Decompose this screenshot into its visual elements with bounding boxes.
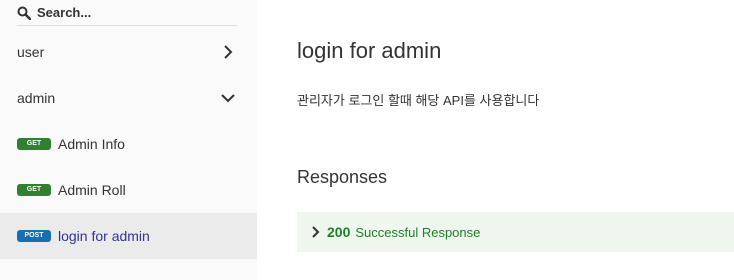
search-bar (17, 0, 237, 26)
sidebar-group-label: user (17, 44, 45, 60)
method-badge-get: GET (17, 138, 51, 150)
response-description: Successful Response (355, 224, 481, 240)
search-input[interactable] (37, 5, 227, 20)
response-200-toggle[interactable]: 200 Successful Response (297, 212, 734, 252)
sidebar-item-label: login for admin (58, 228, 150, 244)
method-badge-get: GET (17, 184, 51, 196)
responses-heading: Responses (297, 167, 388, 187)
sidebar-group-user[interactable]: user (0, 29, 257, 75)
main-content: login for admin 관리자가 로그인 할때 해당 API를 사용합니… (257, 0, 734, 280)
chevron-right-icon (312, 226, 320, 238)
page-title: login for admin (297, 38, 442, 63)
operation-description: 관리자가 로그인 할때 해당 API를 사용합니다 (297, 93, 540, 108)
sidebar: user admin GET Admin Info GET Admin Roll… (0, 0, 257, 280)
sidebar-item-login-for-admin[interactable]: POST login for admin (0, 213, 257, 259)
response-code: 200 (327, 224, 351, 240)
chevron-down-icon (221, 94, 235, 103)
sidebar-item-label: Admin Roll (58, 182, 126, 198)
sidebar-group-admin[interactable]: admin (0, 75, 257, 121)
sidebar-group-label: admin (17, 90, 56, 106)
search-icon (17, 6, 31, 20)
sidebar-item-label: Admin Info (58, 136, 125, 152)
method-badge-post: POST (17, 230, 51, 242)
sidebar-item-admin-roll[interactable]: GET Admin Roll (0, 167, 257, 213)
sidebar-item-admin-info[interactable]: GET Admin Info (0, 121, 257, 167)
chevron-right-icon (224, 45, 233, 59)
